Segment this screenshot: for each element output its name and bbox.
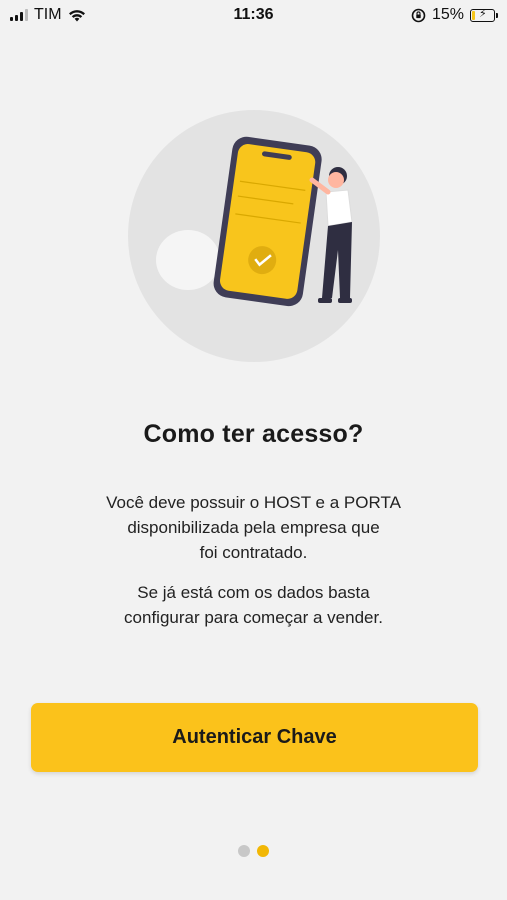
status-bar: TIM 11:36 15% ⚡	[0, 0, 507, 30]
status-left: TIM	[10, 6, 86, 24]
wifi-icon	[68, 9, 85, 21]
description-line: configurar para começar a vender.	[124, 608, 383, 627]
page-indicator	[0, 845, 507, 857]
description-paragraph-1: Você deve possuir o HOST e a PORTA dispo…	[40, 490, 467, 565]
description-line: Se já está com os dados basta	[137, 583, 370, 602]
page-dot[interactable]	[238, 845, 250, 857]
status-right: 15% ⚡	[411, 6, 498, 24]
carrier-label: TIM	[34, 6, 62, 23]
description-line: disponibilizada pela empresa que	[127, 518, 380, 537]
onboarding-screen: TIM 11:36 15% ⚡ Como ter acesso? Você de…	[0, 0, 507, 900]
page-title: Como ter acesso?	[143, 420, 364, 448]
battery-percent: 15%	[431, 6, 464, 23]
phone-with-person-illustration	[128, 110, 380, 362]
battery-charging-icon: ⚡	[470, 8, 498, 22]
signal-icon	[10, 9, 28, 21]
clock: 11:36	[233, 6, 274, 23]
description-line: Você deve possuir o HOST e a PORTA	[106, 493, 401, 512]
description-paragraph-2: Se já está com os dados basta configurar…	[40, 580, 467, 630]
orientation-lock-icon	[411, 8, 426, 22]
page-dot-active[interactable]	[257, 845, 269, 857]
description-line: foi contratado.	[199, 543, 308, 562]
authenticate-key-button[interactable]: Autenticar Chave	[31, 703, 478, 772]
